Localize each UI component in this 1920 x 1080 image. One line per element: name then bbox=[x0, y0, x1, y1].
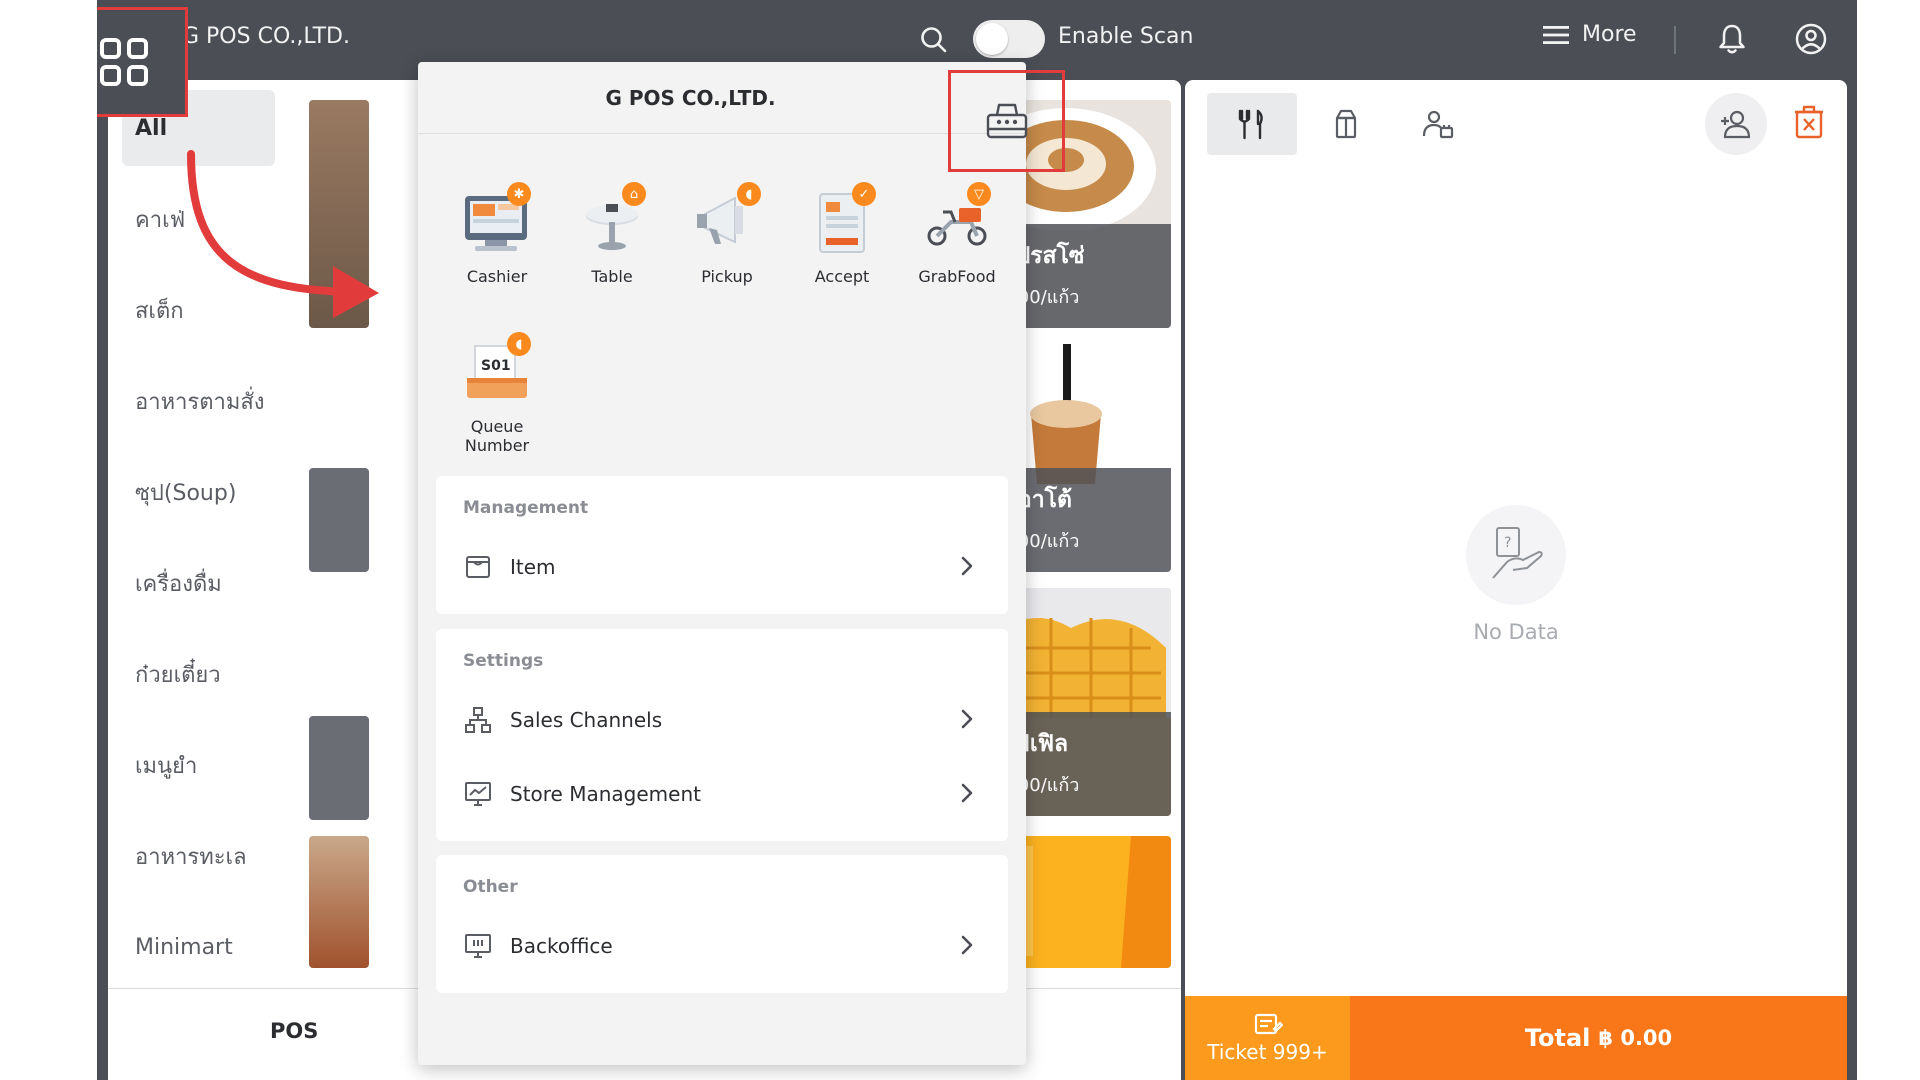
section-title: Management bbox=[463, 498, 589, 518]
total-button[interactable]: Total ฿ 0.00 bbox=[1350, 996, 1847, 1080]
ticket-label: Ticket 999+ bbox=[1207, 1040, 1328, 1064]
user-account-icon[interactable] bbox=[1794, 22, 1828, 56]
annotation-arrow bbox=[187, 150, 379, 318]
menu-item-label: Item bbox=[510, 555, 556, 579]
category-item[interactable]: Minimart bbox=[122, 909, 275, 985]
order-panel: ? No Data Ticket 999+ Total ฿ 0.00 bbox=[1185, 80, 1847, 1080]
chevron-right-icon bbox=[961, 709, 973, 729]
app-accept[interactable]: ✓ Accept bbox=[783, 182, 901, 286]
delivery-person-icon bbox=[1422, 110, 1454, 139]
empty-hand-icon: ? bbox=[1492, 527, 1543, 579]
search-icon[interactable] bbox=[919, 25, 949, 55]
menu-item-item[interactable]: Item bbox=[464, 542, 984, 592]
app-pickup[interactable]: ◖ Pickup bbox=[668, 182, 786, 286]
pickup-icon: ◖ bbox=[687, 182, 767, 260]
queue-ticket-text: S01 bbox=[481, 358, 511, 374]
category-item[interactable]: อาหารทะเล bbox=[122, 818, 275, 894]
pos-tab[interactable]: POS bbox=[270, 1019, 318, 1043]
product-tile[interactable] bbox=[309, 716, 369, 820]
menu-item-label: Store Management bbox=[510, 782, 701, 806]
badge-icon: ◖ bbox=[737, 182, 761, 206]
badge-icon: ⌂ bbox=[622, 182, 646, 206]
add-customer-button[interactable] bbox=[1705, 93, 1767, 155]
badge-icon: ◖ bbox=[507, 332, 531, 356]
total-amount: ฿ 0.00 bbox=[1598, 1026, 1673, 1050]
section-title: Other bbox=[463, 877, 518, 897]
menu-title: G POS CO.,LTD. bbox=[605, 86, 776, 110]
pos-app: G POS CO.,LTD. Enable Scan More All คาเฟ… bbox=[97, 0, 1857, 1080]
category-item[interactable]: อาหารตามสั่ง bbox=[122, 363, 275, 439]
toggle-knob bbox=[976, 23, 1008, 55]
enable-scan-toggle[interactable] bbox=[973, 20, 1045, 58]
menu-item-store-management[interactable]: Store Management bbox=[464, 769, 984, 819]
svg-text:?: ? bbox=[1504, 535, 1511, 551]
app-label: Accept bbox=[814, 267, 870, 286]
total-label: Total bbox=[1524, 1024, 1591, 1052]
accept-icon: ✓ bbox=[802, 182, 882, 260]
queue-number-icon: S01 ◖ bbox=[457, 332, 537, 410]
menu-item-label: Sales Channels bbox=[510, 708, 663, 732]
sales-channels-icon bbox=[465, 707, 491, 733]
enable-scan-label: Enable Scan bbox=[1058, 24, 1194, 49]
cash-drawer-button[interactable] bbox=[948, 70, 1065, 172]
product-tile[interactable] bbox=[309, 468, 369, 572]
hamburger-icon bbox=[1543, 25, 1569, 44]
settings-section: Settings Sales Channels Store Management bbox=[436, 629, 1008, 841]
category-item[interactable]: ซุป(Soup) bbox=[122, 454, 275, 530]
bell-icon[interactable] bbox=[1717, 22, 1747, 56]
more-button[interactable]: More bbox=[1542, 22, 1637, 47]
tab-takeaway[interactable] bbox=[1301, 93, 1391, 155]
category-item[interactable]: เมนูยำ bbox=[122, 727, 275, 803]
app-label: GrabFood bbox=[918, 267, 996, 286]
chevron-right-icon bbox=[961, 556, 973, 576]
grabfood-icon: ▽ bbox=[917, 182, 997, 260]
table-icon: ⌂ bbox=[572, 182, 652, 260]
delete-order-icon[interactable] bbox=[1793, 104, 1825, 140]
badge-icon: ✱ bbox=[507, 182, 531, 206]
category-item[interactable]: ก๋วยเตี๋ยว bbox=[122, 636, 275, 712]
app-grabfood[interactable]: ▽ GrabFood bbox=[898, 182, 1016, 286]
item-box-icon bbox=[466, 556, 490, 578]
app-label: Queue Number bbox=[464, 417, 530, 455]
fork-knife-icon bbox=[1238, 109, 1263, 140]
topbar-divider bbox=[1674, 26, 1676, 54]
app-label: Table bbox=[591, 267, 633, 286]
ticket-button[interactable]: Ticket 999+ bbox=[1185, 996, 1350, 1080]
tab-dine-in[interactable] bbox=[1207, 93, 1297, 155]
add-user-icon bbox=[1721, 110, 1751, 139]
menu-item-sales-channels[interactable]: Sales Channels bbox=[464, 695, 984, 745]
apps-menu-button[interactable] bbox=[97, 7, 188, 117]
menu-item-backoffice[interactable]: Backoffice bbox=[464, 921, 984, 971]
chevron-right-icon bbox=[961, 935, 973, 955]
store-chart-icon bbox=[465, 782, 491, 806]
no-data-illustration: ? bbox=[1466, 505, 1566, 605]
tab-delivery[interactable] bbox=[1393, 93, 1483, 155]
more-label: More bbox=[1582, 22, 1637, 47]
badge-icon: ✓ bbox=[852, 182, 876, 206]
app-queue-number[interactable]: S01 ◖ Queue Number bbox=[438, 332, 556, 455]
menu-item-label: Backoffice bbox=[510, 934, 613, 958]
backoffice-monitor-icon bbox=[465, 934, 491, 958]
cashier-icon: ✱ bbox=[457, 182, 537, 260]
app-label: Cashier bbox=[466, 267, 528, 286]
no-data-text: No Data bbox=[1473, 620, 1559, 644]
app-launcher-menu: G POS CO.,LTD. ✱ Cashier ⌂ Table ◖ Picku… bbox=[418, 62, 1065, 1065]
menu-header: G POS CO.,LTD. bbox=[418, 62, 1026, 134]
app-label: Pickup bbox=[701, 267, 753, 286]
ticket-icon bbox=[1254, 1013, 1283, 1035]
category-item[interactable]: เครื่องดื่ม bbox=[122, 545, 275, 621]
app-table[interactable]: ⌂ Table bbox=[553, 182, 671, 286]
chevron-right-icon bbox=[961, 783, 973, 803]
other-section: Other Backoffice bbox=[436, 855, 1008, 993]
company-name: G POS CO.,LTD. bbox=[182, 24, 350, 49]
cash-drawer-icon bbox=[986, 103, 1027, 139]
app-cashier[interactable]: ✱ Cashier bbox=[438, 182, 556, 286]
takeaway-bag-icon bbox=[1335, 109, 1357, 139]
section-title: Settings bbox=[463, 651, 544, 671]
management-section: Management Item bbox=[436, 476, 1008, 614]
product-tile[interactable] bbox=[309, 836, 369, 968]
grid-icon bbox=[100, 38, 148, 86]
badge-icon: ▽ bbox=[967, 182, 991, 206]
